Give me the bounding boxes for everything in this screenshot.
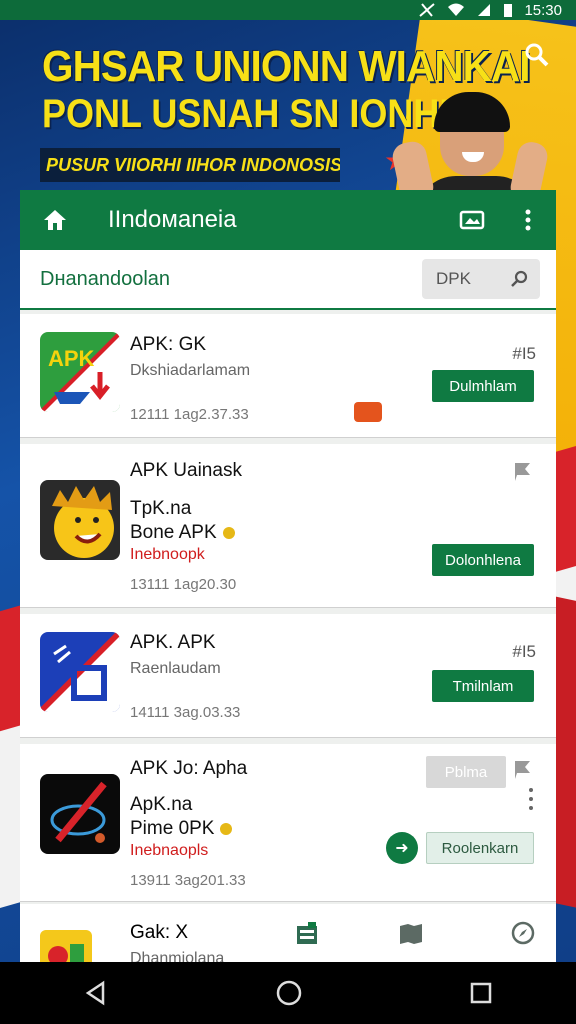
banner-headline-1: GHSAR UNIONN WIANKAI — [42, 42, 531, 91]
app-meta: 13111 1ag20.30 — [130, 576, 237, 593]
download-button[interactable]: Dulmhlam — [432, 370, 534, 402]
flag-icon[interactable] — [512, 758, 534, 780]
app-bar-title: IIndомanеia — [108, 206, 237, 233]
cell-signal-icon — [478, 4, 491, 16]
app-tag: Inebnaopls — [130, 842, 209, 859]
install-button-disabled[interactable]: Pblma — [426, 756, 506, 788]
battery-icon — [504, 4, 513, 17]
app-subtitle: Dhanmiolana — [130, 950, 225, 962]
section-label: Dнanandoolan — [40, 267, 171, 290]
app-store-panel: IIndомanеia Dнanandoolan DPK APK APK: GK… — [20, 190, 556, 962]
list-item[interactable]: APK Uainask TpK.na Bone APK Inebnoopk 13… — [20, 444, 556, 608]
app-name: Gak: X — [130, 922, 189, 943]
app-name: APK Jo: Apha — [130, 758, 248, 779]
app-developer: ApK.na — [130, 794, 193, 815]
app-name: APK. APK — [130, 632, 216, 653]
app-bar: IIndомanеia — [20, 190, 556, 250]
status-bar: 15:30 — [0, 0, 576, 20]
app-icon — [40, 632, 120, 712]
download-button[interactable]: Dolonhlena — [432, 544, 534, 576]
app-subtitle: Raenlaudam — [130, 660, 221, 677]
app-icon — [40, 774, 120, 854]
app-tag: Inebnoopk — [130, 546, 205, 563]
more-vert-icon[interactable] — [500, 208, 556, 232]
back-icon[interactable] — [83, 980, 109, 1006]
app-icon — [40, 480, 120, 560]
promo-banner[interactable]: GHSAR UNIONN WIANKAI PONL USNAH SN IONHH… — [0, 20, 576, 190]
library-icon[interactable] — [398, 922, 424, 944]
app-meta: 14111 3ag.03.33 — [130, 704, 241, 721]
app-name: APK: GK — [130, 334, 207, 355]
status-time: 15:30 — [524, 1, 562, 19]
banner-strip: PUSUR VIIORHI IIHOR INDONOSIS — [40, 148, 340, 182]
open-button[interactable]: Roolenkarn — [426, 832, 534, 864]
wifi-icon — [448, 3, 465, 16]
verified-badge-icon — [222, 526, 235, 539]
compass-icon[interactable] — [510, 920, 536, 946]
app-publisher: Pime 0PK — [130, 818, 233, 840]
banner-person-image — [390, 92, 550, 190]
store-icon[interactable] — [294, 920, 320, 946]
signal-off-icon — [419, 3, 436, 17]
svg-text:APK: APK — [48, 346, 95, 371]
app-meta: 13911 3ag201.33 — [130, 872, 246, 889]
search-input-text: DPK — [436, 269, 471, 288]
app-name: APK Uainask — [130, 460, 242, 481]
verified-badge-icon — [220, 822, 233, 835]
search-icon — [511, 270, 528, 287]
app-icon — [40, 930, 92, 962]
app-meta: 12111 1ag2.37.33 — [130, 406, 249, 423]
app-size: #I5 — [512, 344, 536, 363]
app-publisher: Bone APK — [130, 522, 235, 544]
home-icon[interactable] — [20, 208, 90, 232]
list-item[interactable]: Gak: X Dhanmiolana — [20, 904, 556, 962]
more-vert-icon[interactable] — [528, 788, 534, 810]
download-button[interactable]: Tmilnlam — [432, 670, 534, 702]
app-developer: TpK.na — [130, 498, 192, 519]
flag-icon[interactable] — [512, 460, 534, 482]
search-icon[interactable] — [522, 40, 552, 70]
recents-icon[interactable] — [469, 981, 493, 1005]
arrow-forward-icon[interactable]: ➜ — [386, 832, 418, 864]
app-subtitle: Dkshiadarlamam — [130, 362, 251, 379]
image-icon[interactable] — [444, 209, 500, 231]
app-size: #I5 — [512, 642, 536, 661]
app-icon: APK — [40, 332, 120, 412]
search-row: Dнanandoolan DPK — [20, 250, 556, 310]
list-item[interactable]: APK Jo: Apha ApK.na Pime 0PK Inebnaopls … — [20, 744, 556, 902]
list-item[interactable]: APK. APK Raenlaudam 14111 3ag.03.33 #I5 … — [20, 614, 556, 738]
system-nav-bar — [0, 962, 576, 1024]
home-nav-icon[interactable] — [275, 979, 303, 1007]
list-item[interactable]: APK APK: GK Dkshiadarlamam 12111 1ag2.37… — [20, 314, 556, 438]
video-badge-icon — [354, 402, 382, 422]
search-input[interactable]: DPK — [422, 259, 540, 299]
